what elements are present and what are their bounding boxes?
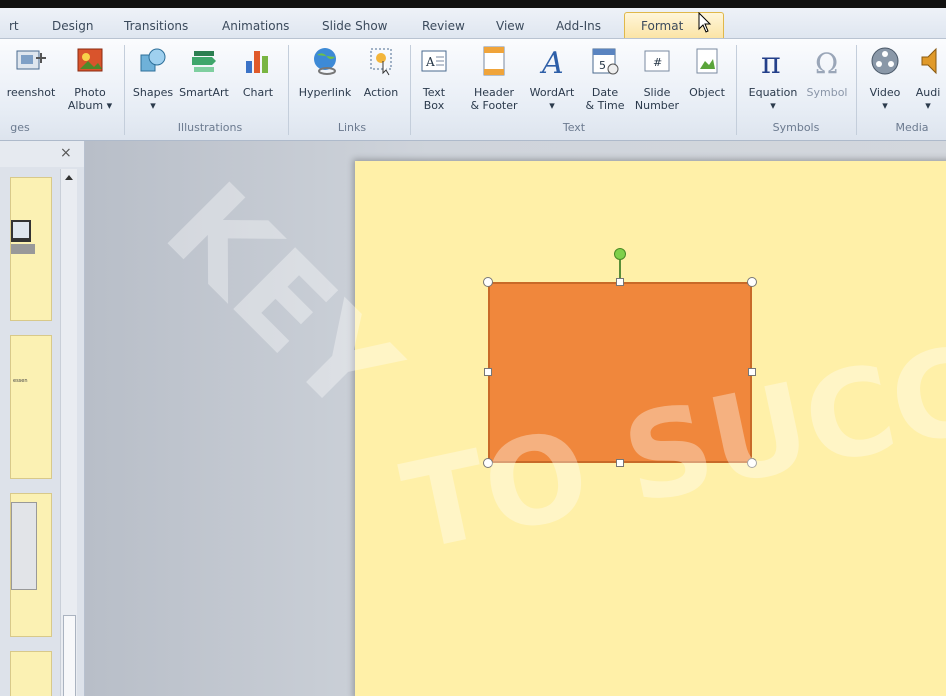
hyperlink-icon [314, 48, 336, 75]
video-button[interactable]: Video ▾ [862, 45, 908, 112]
action-icon [370, 48, 392, 76]
resize-handle-top-left[interactable] [483, 277, 493, 287]
separator [410, 45, 411, 135]
separator [736, 45, 737, 135]
symbol-button[interactable]: Ω Symbol [804, 45, 850, 99]
slides-panel-header: × [0, 141, 84, 167]
film-reel-icon [871, 47, 899, 75]
header-footer-icon [483, 46, 505, 76]
slides-panel: × essen [0, 141, 85, 696]
text-box-button[interactable]: A Text Box [414, 45, 454, 112]
group-text: Text [562, 121, 586, 134]
group-symbols: Symbols [772, 121, 820, 134]
svg-text:Ω: Ω [815, 47, 838, 77]
tab-add-ins[interactable]: Add-Ins [556, 19, 601, 33]
mouse-cursor-icon [698, 12, 712, 33]
powerpoint-window: rt Design Transitions Animations Slide S… [0, 0, 946, 696]
slide-thumbnail[interactable] [10, 651, 52, 696]
slide-number-button[interactable]: # Slide Number [630, 45, 684, 112]
wordart-button[interactable]: A WordArt ▾ [526, 45, 578, 112]
smartart-button[interactable]: SmartArt [176, 45, 232, 99]
separator [124, 45, 125, 135]
separator [288, 45, 289, 135]
group-illustrations: Illustrations [177, 121, 243, 134]
svg-text:A: A [425, 55, 435, 69]
shapes-icon [140, 48, 166, 72]
rotate-handle[interactable] [614, 248, 626, 260]
scrollbar-thumb[interactable] [63, 615, 76, 696]
photo-album-icon [77, 48, 103, 72]
svg-text:π: π [761, 46, 781, 77]
header-footer-button[interactable]: Header & Footer [464, 45, 524, 112]
tab-animations[interactable]: Animations [222, 19, 289, 33]
object-icon [696, 48, 718, 74]
svg-text:A: A [539, 46, 564, 77]
resize-handle-top-right[interactable] [747, 277, 757, 287]
ribbon-insert: reenshot Photo Album ▾ Shapes ▾ SmartArt… [0, 39, 946, 141]
scroll-up-icon[interactable] [64, 173, 74, 181]
close-panel-icon[interactable]: × [60, 145, 72, 161]
screenshot-icon [16, 50, 46, 70]
laptop-clipart-icon [11, 220, 35, 254]
hyperlink-button[interactable]: Hyperlink [294, 45, 356, 99]
chart-button[interactable]: Chart [234, 45, 282, 99]
calendar-icon: 5 [592, 48, 619, 75]
svg-text:#: # [653, 56, 662, 69]
tab-slide-show[interactable]: Slide Show [322, 19, 387, 33]
ribbon-tab-bar: rt Design Transitions Animations Slide S… [0, 8, 946, 39]
slide-thumbnail[interactable] [10, 177, 52, 321]
omega-icon: Ω [815, 47, 838, 80]
group-images: ges [10, 121, 30, 134]
vertical-scrollbar[interactable] [60, 169, 77, 696]
equation-button[interactable]: π Equation ▾ [742, 45, 804, 112]
resize-handle-left[interactable] [484, 368, 492, 376]
svg-text:5: 5 [599, 59, 606, 72]
slide-thumbnail[interactable] [10, 493, 52, 637]
action-button[interactable]: Action [358, 45, 404, 99]
text-box-icon: A [421, 50, 447, 72]
wordart-icon: A [539, 46, 564, 81]
tab-transitions[interactable]: Transitions [124, 19, 188, 33]
tab-review[interactable]: Review [422, 19, 465, 33]
tab-insert[interactable]: rt [9, 19, 19, 33]
object-button[interactable]: Object [684, 45, 730, 99]
top-border [0, 0, 946, 8]
group-media: Media [895, 121, 929, 134]
photo-album-button[interactable]: Photo Album ▾ [64, 45, 116, 112]
resize-handle-top[interactable] [616, 278, 624, 286]
shapes-button[interactable]: Shapes ▾ [130, 45, 176, 112]
smartart-icon [192, 51, 216, 72]
separator [856, 45, 857, 135]
slide-thumbnail[interactable]: essen [10, 335, 52, 479]
screenshot-button[interactable]: reenshot [0, 45, 62, 99]
slide-number-icon: # [644, 50, 670, 72]
chart-icon [246, 51, 268, 73]
audio-button[interactable]: Audi ▾ [908, 45, 946, 112]
tab-view[interactable]: View [496, 19, 524, 33]
speaker-icon [921, 47, 937, 75]
tab-design[interactable]: Design [52, 19, 93, 33]
pi-icon: π [761, 46, 781, 81]
group-links: Links [337, 121, 367, 134]
date-time-button[interactable]: 5 Date & Time [582, 45, 628, 112]
